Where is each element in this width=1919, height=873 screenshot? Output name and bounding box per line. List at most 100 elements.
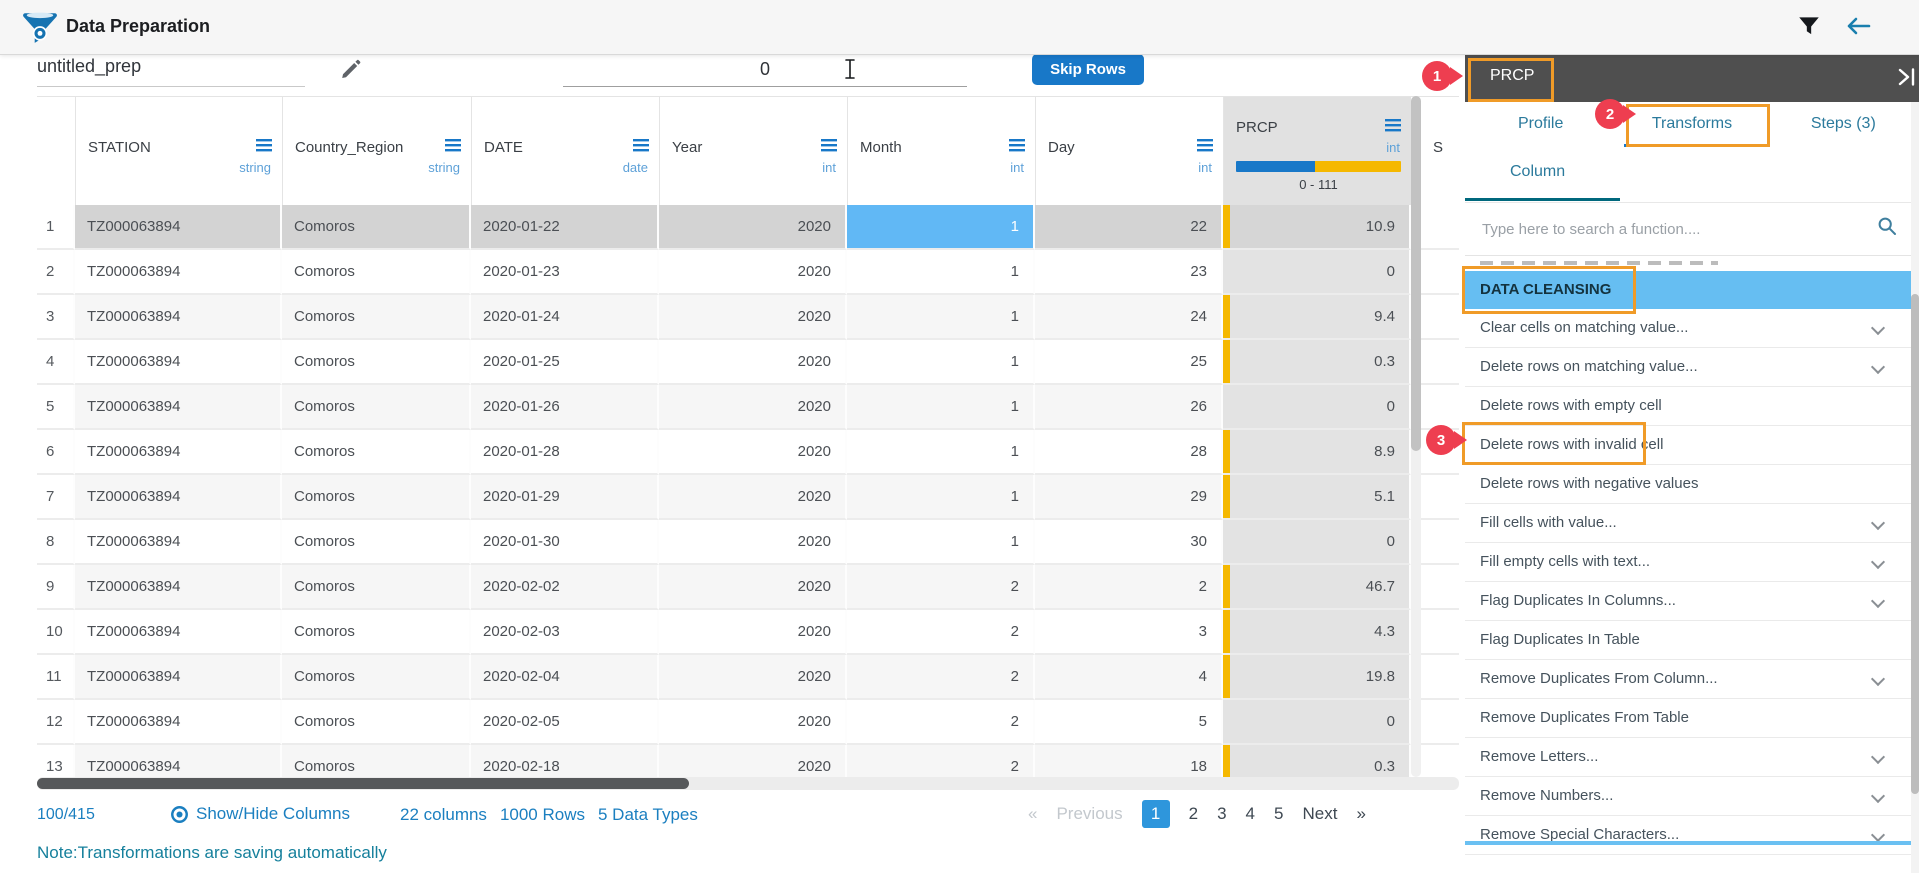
table-row[interactable]: 2TZ000063894Comoros2020-01-2320201230: [37, 250, 1459, 295]
cell-year[interactable]: 2020: [659, 340, 847, 385]
cell-station[interactable]: TZ000063894: [75, 475, 282, 520]
cell-month[interactable]: 2: [847, 610, 1035, 655]
stat-22-columns[interactable]: 22 columns: [400, 805, 487, 825]
column-menu-icon[interactable]: [821, 139, 837, 156]
column-header-STATION[interactable]: STATIONstring: [75, 97, 282, 205]
column-header-Month[interactable]: Monthint: [847, 97, 1035, 205]
cell-date[interactable]: 2020-02-02: [471, 565, 659, 610]
cell-month[interactable]: 1: [847, 385, 1035, 430]
tab-transforms[interactable]: Transforms: [1616, 102, 1767, 148]
pagination-page-5[interactable]: 5: [1274, 804, 1283, 824]
column-menu-icon[interactable]: [633, 139, 649, 156]
cell-country-region[interactable]: Comoros: [282, 745, 471, 777]
cell-month[interactable]: 1: [847, 520, 1035, 565]
cell-prcp[interactable]: 0.3: [1223, 340, 1411, 385]
chevron-down-icon[interactable]: [1871, 594, 1885, 608]
cell-station[interactable]: TZ000063894: [75, 385, 282, 430]
panel-scrollbar[interactable]: [1911, 102, 1919, 873]
cell-country-region[interactable]: Comoros: [282, 565, 471, 610]
cell-prcp[interactable]: 0: [1223, 520, 1411, 565]
column-header-Day[interactable]: Dayint: [1035, 97, 1223, 205]
cell-year[interactable]: 2020: [659, 295, 847, 340]
cell-s-partial[interactable]: [1421, 520, 1459, 565]
cell-country-region[interactable]: Comoros: [282, 655, 471, 700]
tab-steps-3-[interactable]: Steps (3): [1768, 102, 1919, 148]
cell-date[interactable]: 2020-01-26: [471, 385, 659, 430]
cell-rownum[interactable]: 10: [37, 610, 75, 655]
column-menu-icon[interactable]: [445, 139, 461, 156]
transform-item[interactable]: Fill empty cells with text...: [1465, 543, 1911, 582]
cell-s-partial[interactable]: [1421, 385, 1459, 430]
pagination-next[interactable]: Next: [1302, 804, 1337, 824]
cell-year[interactable]: 2020: [659, 430, 847, 475]
cell-rownum[interactable]: 13: [37, 745, 75, 777]
cell-date[interactable]: 2020-02-03: [471, 610, 659, 655]
transform-item[interactable]: Flag Duplicates In Columns...: [1465, 582, 1911, 621]
chevron-down-icon[interactable]: [1871, 789, 1885, 803]
stat-1000-rows[interactable]: 1000 Rows: [500, 805, 585, 825]
table-row[interactable]: 4TZ000063894Comoros2020-01-2520201250.3: [37, 340, 1459, 385]
cell-country-region[interactable]: Comoros: [282, 385, 471, 430]
table-row[interactable]: 10TZ000063894Comoros2020-02-032020234.3: [37, 610, 1459, 655]
chevron-down-icon[interactable]: [1871, 360, 1885, 374]
cell-s-partial[interactable]: [1421, 610, 1459, 655]
cell-date[interactable]: 2020-02-18: [471, 745, 659, 777]
cell-s-partial[interactable]: [1421, 745, 1459, 777]
cell-month[interactable]: 1: [847, 250, 1035, 295]
chevron-down-icon[interactable]: [1871, 516, 1885, 530]
chevron-down-icon[interactable]: [1871, 828, 1885, 842]
cell-country-region[interactable]: Comoros: [282, 205, 471, 250]
cell-rownum[interactable]: 9: [37, 565, 75, 610]
stat-5-data-types[interactable]: 5 Data Types: [598, 805, 698, 825]
cell-year[interactable]: 2020: [659, 250, 847, 295]
cell-month[interactable]: 2: [847, 700, 1035, 745]
pagination-page-1[interactable]: 1: [1142, 800, 1170, 828]
cell-month[interactable]: 2: [847, 565, 1035, 610]
table-row[interactable]: 13TZ000063894Comoros2020-02-1820202180.3: [37, 745, 1459, 777]
column-header-rownum[interactable]: [37, 97, 75, 205]
cell-prcp[interactable]: 5.1: [1223, 475, 1411, 520]
cell-s-partial[interactable]: [1421, 340, 1459, 385]
cell-country-region[interactable]: Comoros: [282, 250, 471, 295]
pagination-last[interactable]: »: [1356, 804, 1365, 824]
cell-station[interactable]: TZ000063894: [75, 205, 282, 250]
column-header-S[interactable]: S: [1421, 97, 1459, 205]
cell-s-partial[interactable]: [1421, 295, 1459, 340]
horizontal-scrollbar[interactable]: [37, 777, 1459, 790]
cell-country-region[interactable]: Comoros: [282, 520, 471, 565]
transform-item[interactable]: Remove Numbers...: [1465, 777, 1911, 816]
transform-item[interactable]: Remove Special Characters...: [1465, 816, 1911, 855]
cell-station[interactable]: TZ000063894: [75, 655, 282, 700]
cell-year[interactable]: 2020: [659, 700, 847, 745]
cell-prcp[interactable]: 4.3: [1223, 610, 1411, 655]
cell-station[interactable]: TZ000063894: [75, 430, 282, 475]
cell-station[interactable]: TZ000063894: [75, 700, 282, 745]
cell-station[interactable]: TZ000063894: [75, 520, 282, 565]
prep-name-input[interactable]: untitled_prep: [37, 56, 305, 87]
pagination-page-2[interactable]: 2: [1189, 804, 1198, 824]
cell-day[interactable]: 28: [1035, 430, 1223, 475]
search-icon[interactable]: [1877, 216, 1897, 241]
cell-year[interactable]: 2020: [659, 385, 847, 430]
cell-rownum[interactable]: 7: [37, 475, 75, 520]
collapse-panel-icon[interactable]: [1896, 66, 1918, 93]
cell-day[interactable]: 23: [1035, 250, 1223, 295]
cell-day[interactable]: 22: [1035, 205, 1223, 250]
cell-rownum[interactable]: 6: [37, 430, 75, 475]
cell-date[interactable]: 2020-01-30: [471, 520, 659, 565]
cell-country-region[interactable]: Comoros: [282, 475, 471, 520]
cell-station[interactable]: TZ000063894: [75, 340, 282, 385]
cell-country-region[interactable]: Comoros: [282, 295, 471, 340]
cell-country-region[interactable]: Comoros: [282, 610, 471, 655]
column-menu-icon[interactable]: [1009, 139, 1025, 156]
cell-day[interactable]: 29: [1035, 475, 1223, 520]
column-header-Year[interactable]: Yearint: [659, 97, 847, 205]
table-row[interactable]: 3TZ000063894Comoros2020-01-2420201249.4: [37, 295, 1459, 340]
cell-month[interactable]: 1: [847, 205, 1035, 250]
cell-prcp[interactable]: 9.4: [1223, 295, 1411, 340]
cell-prcp[interactable]: 19.8: [1223, 655, 1411, 700]
cell-station[interactable]: TZ000063894: [75, 610, 282, 655]
cell-prcp[interactable]: 10.9: [1223, 205, 1411, 250]
function-search-input[interactable]: [1480, 214, 1864, 244]
vertical-scrollbar[interactable]: [1411, 96, 1421, 777]
